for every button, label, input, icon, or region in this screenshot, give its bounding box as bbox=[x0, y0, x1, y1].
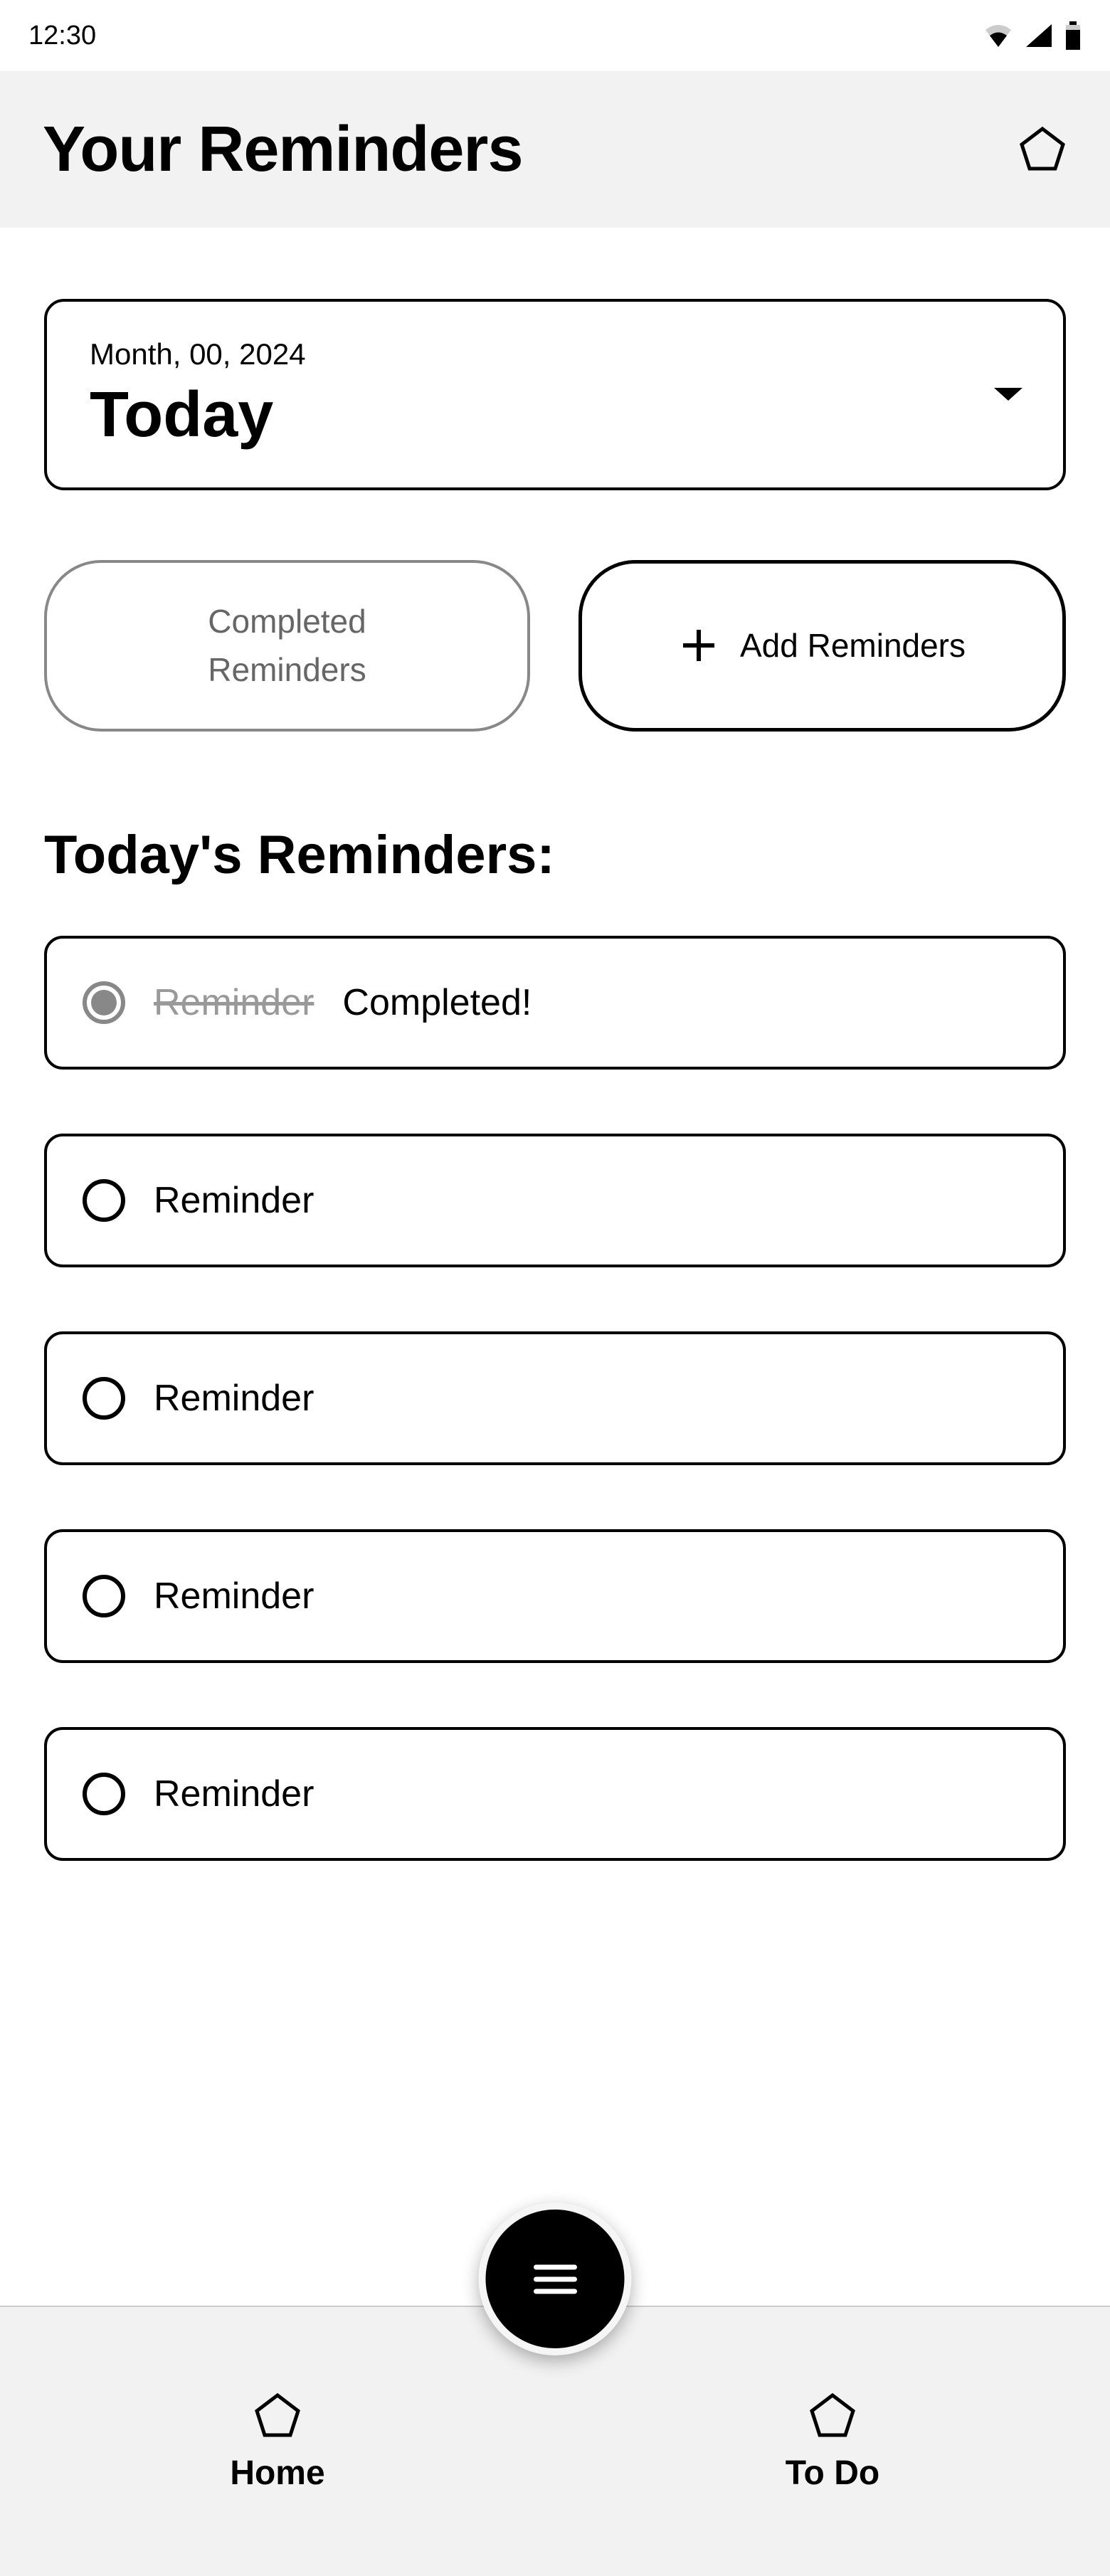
date-selector-label: Today bbox=[90, 379, 306, 452]
app-header: Your Reminders bbox=[0, 71, 1110, 228]
reminder-radio[interactable] bbox=[83, 1575, 125, 1617]
page-title: Your Reminders bbox=[43, 113, 523, 186]
chevron-down-icon bbox=[993, 386, 1024, 403]
add-reminders-label: Add Reminders bbox=[740, 626, 966, 665]
completed-line2: Reminders bbox=[208, 647, 366, 692]
reminder-label: Reminder bbox=[154, 981, 314, 1024]
reminder-radio-checked[interactable] bbox=[83, 981, 125, 1024]
reminder-item[interactable]: Reminder bbox=[44, 1134, 1066, 1267]
reminder-label: Reminder bbox=[154, 1575, 314, 1617]
reminder-label: Reminder bbox=[154, 1773, 314, 1815]
reminder-item[interactable]: Reminder bbox=[44, 1331, 1066, 1465]
date-selector-date: Month, 00, 2024 bbox=[90, 337, 306, 371]
reminder-item[interactable]: Reminder bbox=[44, 1529, 1066, 1663]
menu-icon bbox=[530, 2261, 580, 2297]
wifi-icon bbox=[983, 23, 1013, 48]
completed-reminders-button[interactable]: Completed Reminders bbox=[44, 560, 530, 732]
battery-icon bbox=[1064, 21, 1082, 50]
reminder-item[interactable]: Reminder bbox=[44, 1727, 1066, 1861]
nav-home[interactable]: Home bbox=[0, 2307, 555, 2576]
nav-todo[interactable]: To Do bbox=[555, 2307, 1110, 2576]
status-time: 12:30 bbox=[28, 21, 96, 51]
nav-todo-label: To Do bbox=[786, 2454, 879, 2493]
section-title: Today's Reminders: bbox=[44, 824, 1066, 886]
add-reminders-button[interactable]: Add Reminders bbox=[578, 560, 1066, 732]
pentagon-icon bbox=[808, 2391, 857, 2441]
completed-badge: Completed! bbox=[342, 981, 532, 1024]
reminder-item[interactable]: Reminder Completed! bbox=[44, 936, 1066, 1070]
fab-menu-button[interactable] bbox=[479, 2202, 632, 2355]
nav-home-label: Home bbox=[230, 2454, 324, 2493]
reminder-label: Reminder bbox=[154, 1377, 314, 1420]
reminder-radio[interactable] bbox=[83, 1377, 125, 1420]
reminder-radio[interactable] bbox=[83, 1773, 125, 1815]
date-selector[interactable]: Month, 00, 2024 Today bbox=[44, 299, 1066, 490]
reminder-label: Reminder bbox=[154, 1179, 314, 1222]
completed-line1: Completed bbox=[208, 598, 366, 644]
pentagon-icon[interactable] bbox=[1018, 125, 1067, 174]
reminder-radio[interactable] bbox=[83, 1179, 125, 1222]
plus-icon bbox=[679, 625, 719, 665]
signal-icon bbox=[1025, 23, 1053, 48]
status-bar: 12:30 bbox=[0, 0, 1110, 71]
pentagon-icon bbox=[253, 2391, 302, 2441]
status-icons bbox=[983, 21, 1082, 50]
